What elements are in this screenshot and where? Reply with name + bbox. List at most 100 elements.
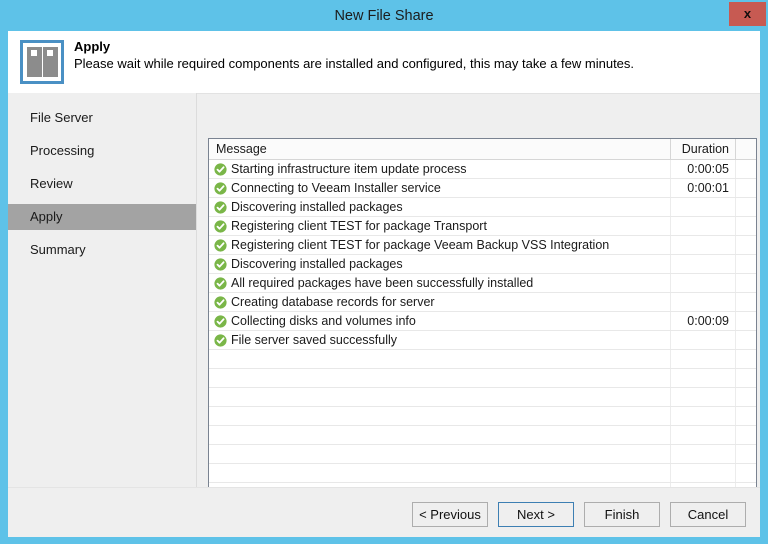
duration-cell	[671, 293, 736, 311]
message-cell	[209, 350, 671, 368]
duration-cell	[671, 350, 736, 368]
file-share-icon-knob-left	[31, 50, 37, 56]
message-text: Creating database records for server	[231, 295, 435, 309]
table-row-empty	[209, 407, 756, 426]
table-row[interactable]: Creating database records for server	[209, 293, 756, 312]
filler-cell	[736, 445, 756, 463]
filler-cell	[736, 312, 756, 330]
message-cell	[209, 388, 671, 406]
message-cell: Creating database records for server	[209, 293, 671, 311]
filler-cell	[736, 217, 756, 235]
table-row[interactable]: Registering client TEST for package Veea…	[209, 236, 756, 255]
column-header-duration[interactable]: Duration	[671, 139, 736, 159]
table-row[interactable]: Connecting to Veeam Installer service 0:0…	[209, 179, 756, 198]
duration-cell	[671, 369, 736, 387]
sidebar-item-review[interactable]: Review	[8, 171, 196, 197]
message-text: Registering client TEST for package Veea…	[231, 238, 610, 252]
table-row-empty	[209, 464, 756, 483]
previous-button[interactable]: < Previous	[412, 502, 488, 527]
message-cell	[209, 464, 671, 482]
duration-cell	[671, 217, 736, 235]
filler-cell	[736, 179, 756, 197]
message-text: File server saved successfully	[231, 333, 398, 347]
duration-cell	[671, 274, 736, 292]
next-button[interactable]: Next >	[498, 502, 574, 527]
message-text: Connecting to Veeam Installer service	[231, 181, 441, 195]
table-row[interactable]: File server saved successfully	[209, 331, 756, 350]
duration-cell	[671, 464, 736, 482]
duration-cell	[671, 236, 736, 254]
message-cell	[209, 445, 671, 463]
message-cell: File server saved successfully	[209, 331, 671, 349]
duration-cell	[671, 426, 736, 444]
duration-cell	[671, 388, 736, 406]
duration-cell: 0:00:01	[671, 179, 736, 197]
filler-cell	[736, 198, 756, 216]
column-header-message[interactable]: Message	[209, 139, 671, 159]
filler-cell	[736, 464, 756, 482]
table-row[interactable]: Collecting disks and volumes info 0:00:09	[209, 312, 756, 331]
message-cell: Registering client TEST for package Veea…	[209, 236, 671, 254]
dialog-window: New File Share x Apply Please wait while…	[0, 0, 768, 544]
dialog-client-area: Apply Please wait while required compone…	[8, 31, 760, 537]
green-check-icon	[214, 239, 227, 252]
cancel-button[interactable]: Cancel	[670, 502, 746, 527]
message-cell: Collecting disks and volumes info	[209, 312, 671, 330]
message-text: Discovering installed packages	[231, 200, 403, 214]
window-title: New File Share	[334, 8, 434, 24]
table-row[interactable]: Starting infrastructure item update proc…	[209, 160, 756, 179]
green-check-icon	[214, 296, 227, 309]
file-share-icon-panel-left	[27, 47, 42, 77]
duration-cell	[671, 331, 736, 349]
message-text: Collecting disks and volumes info	[231, 314, 416, 328]
duration-cell: 0:00:05	[671, 160, 736, 178]
message-list-header: Message Duration	[209, 139, 756, 160]
duration-cell	[671, 407, 736, 425]
table-row[interactable]: All required packages have been successf…	[209, 274, 756, 293]
dialog-button-bar: < Previous Next > Finish Cancel	[8, 487, 760, 537]
green-check-icon	[214, 163, 227, 176]
message-list-rows: Starting infrastructure item update proc…	[209, 160, 756, 513]
message-list[interactable]: Message Duration Starting infrastructure…	[208, 138, 757, 514]
filler-cell	[736, 350, 756, 368]
sidebar-item-apply[interactable]: Apply	[8, 204, 196, 230]
filler-cell	[736, 426, 756, 444]
file-share-icon-knob-right	[47, 50, 53, 56]
duration-cell	[671, 255, 736, 273]
sidebar-item-file-server[interactable]: File Server	[8, 105, 196, 131]
message-text: Registering client TEST for package Tran…	[231, 219, 487, 233]
filler-cell	[736, 274, 756, 292]
wizard-steps-sidebar: File Server Processing Review Apply Summary	[8, 93, 197, 487]
filler-cell	[736, 293, 756, 311]
file-share-icon	[20, 40, 64, 84]
green-check-icon	[214, 315, 227, 328]
filler-cell	[736, 236, 756, 254]
table-row[interactable]: Discovering installed packages	[209, 255, 756, 274]
file-share-icon-panel-right	[43, 47, 58, 77]
column-header-filler	[736, 139, 756, 159]
message-cell: All required packages have been successf…	[209, 274, 671, 292]
filler-cell	[736, 331, 756, 349]
green-check-icon	[214, 277, 227, 290]
finish-button[interactable]: Finish	[584, 502, 660, 527]
sidebar-item-processing[interactable]: Processing	[8, 138, 196, 164]
table-row[interactable]: Discovering installed packages	[209, 198, 756, 217]
green-check-icon	[214, 201, 227, 214]
dialog-header: Apply Please wait while required compone…	[8, 31, 760, 94]
table-row-empty	[209, 350, 756, 369]
table-row-empty	[209, 445, 756, 464]
table-row-empty	[209, 369, 756, 388]
green-check-icon	[214, 334, 227, 347]
filler-cell	[736, 407, 756, 425]
message-cell: Connecting to Veeam Installer service	[209, 179, 671, 197]
table-row-empty	[209, 426, 756, 445]
table-row[interactable]: Registering client TEST for package Tran…	[209, 217, 756, 236]
green-check-icon	[214, 220, 227, 233]
message-cell	[209, 407, 671, 425]
close-button[interactable]: x	[729, 2, 766, 26]
sidebar-item-summary[interactable]: Summary	[8, 237, 196, 263]
title-bar: New File Share x	[0, 0, 768, 32]
duration-cell: 0:00:09	[671, 312, 736, 330]
message-text: All required packages have been successf…	[231, 276, 534, 290]
filler-cell	[736, 160, 756, 178]
